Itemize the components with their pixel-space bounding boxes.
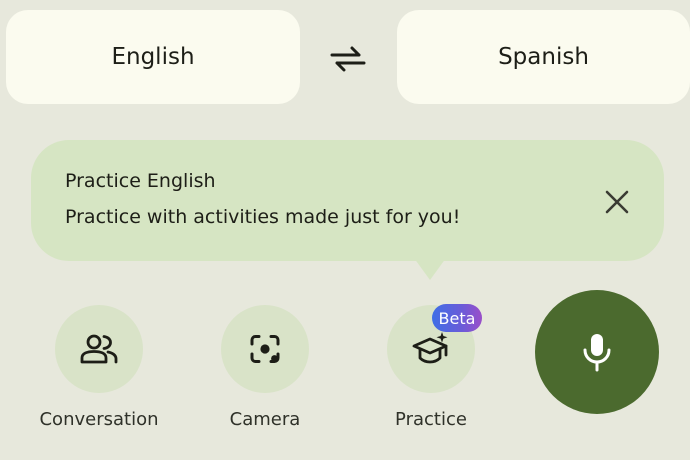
camera-lens-icon — [250, 335, 280, 363]
camera-label: Camera — [229, 409, 301, 430]
camera-button[interactable] — [221, 305, 309, 393]
microphone-icon — [583, 334, 611, 372]
tooltip-pointer — [414, 258, 446, 280]
graduation-cap-sparkle-icon — [412, 332, 448, 364]
tooltip-title: Practice English — [65, 170, 216, 192]
people-icon — [80, 334, 118, 364]
tooltip-close-button[interactable] — [599, 184, 635, 220]
practice-label: Practice — [395, 409, 467, 430]
swap-arrows-icon — [330, 46, 366, 72]
conversation-label: Conversation — [39, 409, 159, 430]
source-language-button[interactable]: English — [6, 10, 300, 104]
microphone-button[interactable] — [535, 290, 659, 414]
swap-languages-button[interactable] — [325, 40, 371, 76]
practice-tooltip: Practice English Practice with activitie… — [31, 140, 664, 261]
target-language-button[interactable]: Spanish — [397, 10, 690, 104]
beta-badge: Beta — [432, 304, 482, 332]
tooltip-body: Practice with activities made just for y… — [65, 206, 461, 228]
close-icon — [605, 190, 629, 214]
conversation-button[interactable] — [55, 305, 143, 393]
